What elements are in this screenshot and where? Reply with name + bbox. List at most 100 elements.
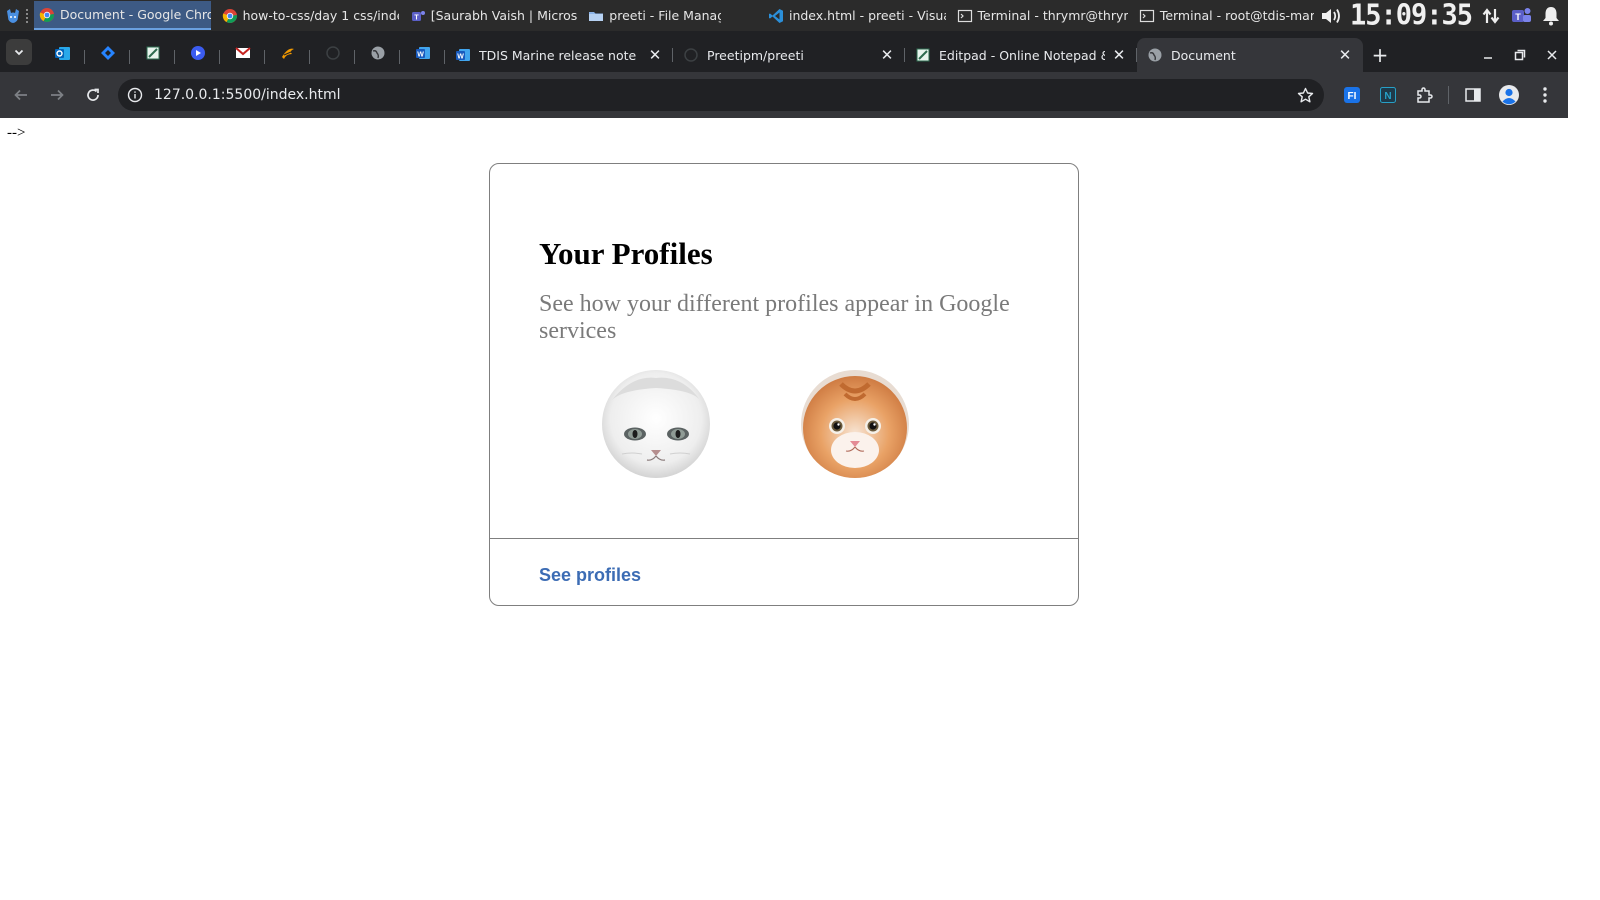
pinned-tab-swirl[interactable]: [265, 38, 310, 72]
os-taskbar: Document - Google Chrome how-to-css/day …: [0, 0, 1568, 32]
tab-label: Preetipm/preeti: [707, 47, 804, 63]
task-label: Terminal - thrymr@thrymr...: [977, 8, 1128, 23]
app-circle-icon: [190, 45, 206, 65]
system-tray: 15:09:35 T: [1320, 0, 1568, 32]
browser-tab-strip: W W TDIS Marine release note 5.0... ✕ Pr…: [0, 31, 1568, 72]
jira-icon: [100, 45, 116, 65]
extensions-puzzle-icon[interactable]: [1406, 78, 1442, 112]
pinned-tab-editpad[interactable]: [130, 38, 175, 72]
taskbar-grip: [25, 8, 31, 23]
pinned-tab-mail[interactable]: [220, 38, 265, 72]
tab-label: Document: [1171, 47, 1236, 63]
svg-text:T: T: [1515, 12, 1521, 22]
word-icon: W: [415, 45, 431, 65]
toolbar-separator: [1448, 86, 1449, 104]
svg-text:T: T: [414, 14, 419, 21]
tab-label: Editpad - Online Notepad & W...: [939, 47, 1105, 63]
task-label: Document - Google Chrome: [60, 7, 211, 22]
vscode-icon: [768, 8, 784, 24]
network-transfer-icon[interactable]: [1480, 5, 1502, 27]
tab-document[interactable]: Document ✕: [1137, 38, 1363, 72]
pinned-tab-app[interactable]: [175, 38, 220, 72]
globe-icon: [1147, 47, 1163, 63]
pinned-tab-globe[interactable]: [355, 38, 400, 72]
terminal-icon: [957, 8, 973, 24]
profile-avatar-icon[interactable]: [1491, 78, 1527, 112]
chrome-icon: [222, 8, 238, 24]
notification-bell-icon[interactable]: [1540, 5, 1562, 27]
word-icon: W: [455, 47, 471, 63]
card-title: Your Profiles: [539, 236, 713, 271]
github-icon: [683, 47, 699, 63]
tab-label: TDIS Marine release note 5.0...: [479, 47, 641, 63]
svg-text:W: W: [457, 53, 464, 60]
web-page: --> Your Profiles See how your different…: [0, 118, 1568, 882]
close-window-icon[interactable]: [1536, 39, 1568, 71]
tab-close-icon[interactable]: ✕: [1337, 46, 1353, 64]
bookmark-star-icon[interactable]: [1290, 87, 1320, 104]
mail-icon: [234, 45, 251, 65]
tab-close-icon[interactable]: ✕: [879, 46, 895, 64]
task-chrome-how-to-css[interactable]: how-to-css/day 1 css/index...: [217, 1, 399, 30]
chrome-icon: [39, 7, 55, 23]
chrome-menu-icon[interactable]: [1527, 78, 1563, 112]
browser-toolbar: 127.0.0.1:5500/index.html FI N: [0, 72, 1568, 118]
url-text[interactable]: 127.0.0.1:5500/index.html: [154, 87, 1290, 103]
terminal-icon: [1139, 8, 1155, 24]
task-chrome-document[interactable]: Document - Google Chrome: [34, 1, 211, 30]
folder-icon: [588, 8, 604, 24]
forward-icon[interactable]: [40, 78, 74, 112]
minimize-icon[interactable]: [1472, 39, 1504, 71]
extension-n-icon[interactable]: N: [1370, 78, 1406, 112]
svg-text:N: N: [1384, 91, 1391, 102]
window-controls: [1472, 38, 1568, 72]
outlook-icon: [54, 45, 71, 66]
card-subtitle: See how your different profiles appear i…: [539, 291, 1010, 344]
teams-icon: T: [410, 8, 426, 24]
task-terminal-thrymr[interactable]: Terminal - thrymr@thrymr...: [952, 1, 1128, 30]
task-label: how-to-css/day 1 css/index...: [242, 8, 399, 23]
stray-comment-text: -->: [7, 125, 26, 141]
task-label: Terminal - root@tdis-marin...: [1159, 8, 1314, 23]
tab-editpad[interactable]: Editpad - Online Notepad & W... ✕: [905, 38, 1137, 72]
pinned-tab-outlook[interactable]: [40, 38, 85, 72]
address-bar[interactable]: 127.0.0.1:5500/index.html: [118, 79, 1324, 111]
tab-close-icon[interactable]: ✕: [1111, 46, 1127, 64]
site-info-icon[interactable]: [120, 87, 150, 103]
task-teams[interactable]: T [Saurabh Vaish | Microsof...: [405, 1, 578, 30]
extension-fi-icon[interactable]: FI: [1334, 78, 1370, 112]
white-cat-avatar[interactable]: [602, 370, 710, 478]
profiles-card: Your Profiles See how your different pro…: [489, 163, 1079, 606]
svg-text:W: W: [417, 51, 424, 58]
back-icon[interactable]: [4, 78, 38, 112]
editpad-icon: [915, 47, 931, 63]
task-label: [Saurabh Vaish | Microsof...: [430, 8, 578, 23]
svg-text:FI: FI: [1348, 91, 1357, 102]
new-tab-button[interactable]: +: [1363, 38, 1397, 72]
task-label: preeti - File Manager: [609, 8, 721, 23]
orange-cat-avatar[interactable]: [801, 370, 909, 478]
volume-icon[interactable]: [1320, 5, 1342, 27]
teams-tray-icon[interactable]: T: [1510, 5, 1532, 27]
pinned-tab-word[interactable]: W: [400, 38, 445, 72]
side-panel-icon[interactable]: [1455, 78, 1491, 112]
pinned-tab-loading[interactable]: [310, 38, 355, 72]
task-vscode[interactable]: index.html - preeti - Visual ...: [763, 1, 946, 30]
globe-icon: [370, 45, 386, 65]
reload-icon[interactable]: [76, 78, 110, 112]
swirl-icon: [280, 45, 296, 65]
editpad-icon: [145, 45, 161, 65]
see-profiles-link[interactable]: See profiles: [539, 565, 641, 586]
tab-search-button[interactable]: [6, 39, 32, 65]
task-file-manager[interactable]: preeti - File Manager: [583, 1, 721, 30]
whisker-menu-icon[interactable]: [0, 0, 26, 31]
tab-tdis-release-note[interactable]: W TDIS Marine release note 5.0... ✕: [445, 38, 673, 72]
card-divider: [490, 538, 1078, 539]
tab-close-icon[interactable]: ✕: [647, 46, 663, 64]
clock[interactable]: 15:09:35: [1350, 0, 1473, 32]
pinned-tab-jira[interactable]: [85, 38, 130, 72]
restore-icon[interactable]: [1504, 39, 1536, 71]
task-terminal-root[interactable]: Terminal - root@tdis-marin...: [1134, 1, 1314, 30]
tab-preetipm-github[interactable]: Preetipm/preeti ✕: [673, 38, 905, 72]
loading-icon: [325, 45, 341, 65]
